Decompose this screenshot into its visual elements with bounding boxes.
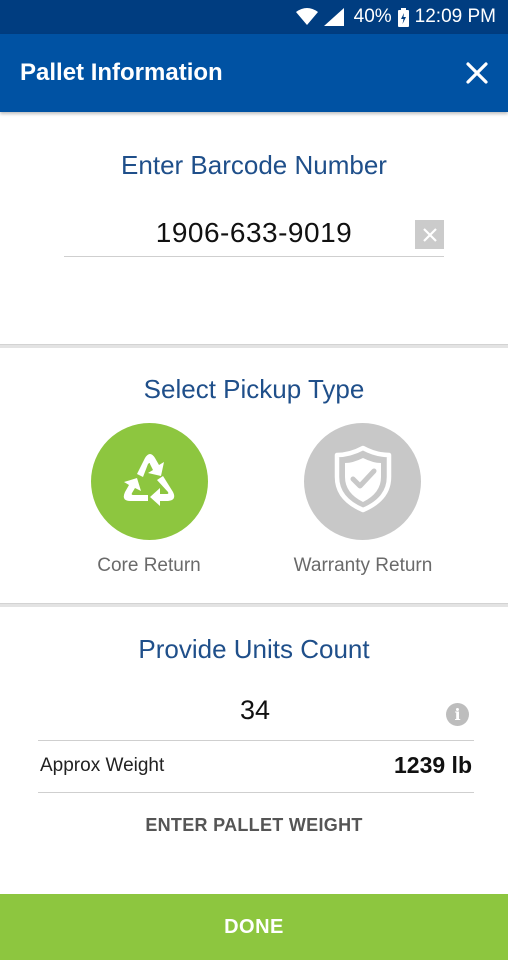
close-icon[interactable] <box>460 56 494 90</box>
info-icon[interactable]: i <box>446 703 469 726</box>
approx-weight-value: 1239 lb <box>394 752 472 778</box>
page-title: Pallet Information <box>20 59 223 86</box>
units-count-input[interactable]: 34 <box>40 695 470 726</box>
section-divider <box>0 603 508 607</box>
barcode-heading: Enter Barcode Number <box>121 150 387 180</box>
recycle-icon <box>115 446 185 517</box>
units-underline <box>38 740 474 741</box>
pickup-heading: Select Pickup Type <box>143 374 365 404</box>
signal-icon <box>323 8 344 26</box>
section-divider <box>0 344 508 348</box>
core-return-button[interactable] <box>91 423 208 540</box>
barcode-underline <box>64 256 444 257</box>
core-return-label: Core Return <box>97 555 201 576</box>
warranty-return-label: Warranty Return <box>293 555 433 576</box>
battery-charging-icon <box>397 7 409 27</box>
warranty-return-button[interactable] <box>304 423 421 540</box>
battery-percent: 40% <box>353 6 392 27</box>
shield-check-icon <box>333 445 393 518</box>
units-heading: Provide Units Count <box>138 634 370 664</box>
wifi-icon <box>295 8 318 26</box>
enter-pallet-weight-button[interactable]: ENTER PALLET WEIGHT <box>0 815 508 836</box>
approx-weight-label: Approx Weight <box>40 755 165 776</box>
status-bar: 40% 12:09 PM <box>0 0 508 34</box>
clear-icon[interactable] <box>415 220 444 249</box>
app-bar: Pallet Information <box>0 34 508 112</box>
weight-divider <box>38 792 474 793</box>
done-button[interactable]: DONE <box>0 894 508 960</box>
status-time: 12:09 PM <box>414 6 496 27</box>
barcode-input[interactable]: 1906-633-9019 <box>64 210 444 256</box>
